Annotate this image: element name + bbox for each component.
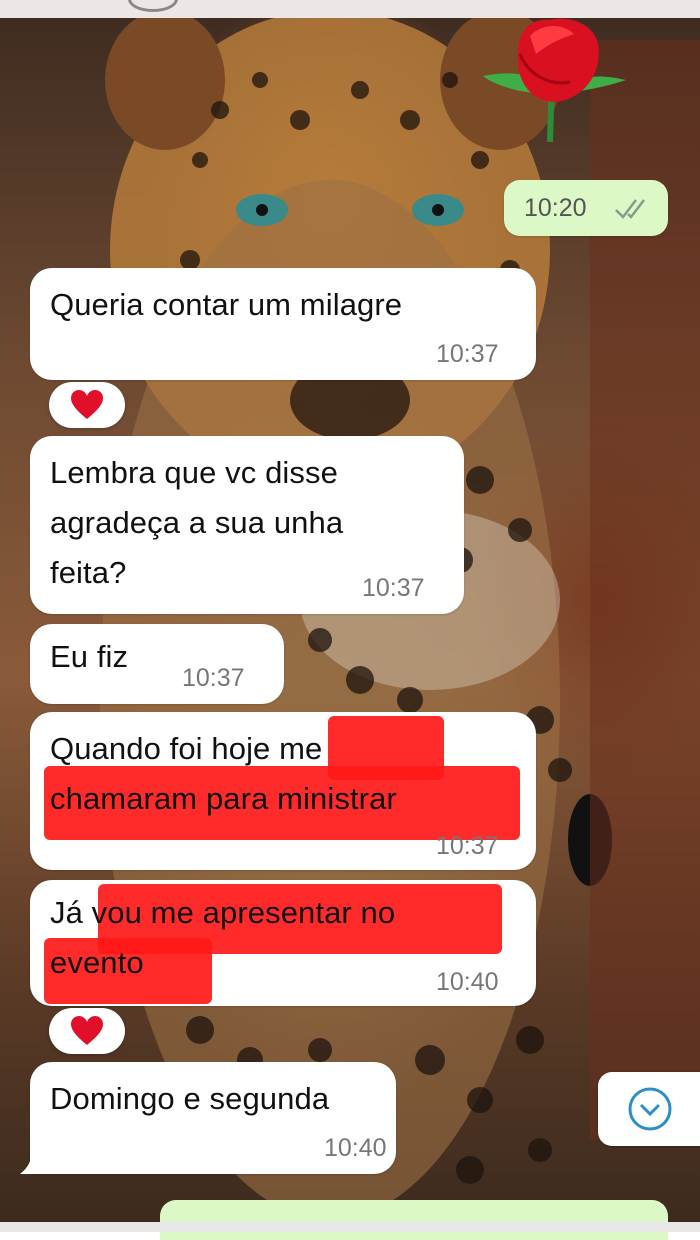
message-time: 10:37 [182,664,245,692]
next-outgoing-message-partial [160,1200,668,1240]
incoming-message[interactable]: Queria contar um milagre 10:37 [30,268,536,380]
incoming-message[interactable]: Já vou me apresentar no evento 10:40 [30,880,536,1006]
rose-icon [483,18,626,143]
incoming-message[interactable]: Quando foi hoje me chamaram para ministr… [30,712,536,870]
message-text: Já [50,895,83,930]
bubble-tail [20,1150,38,1174]
message-time: 10:40 [324,1134,387,1162]
heart-icon [71,390,103,419]
message-text: Domingo e segunda [50,1081,330,1116]
double-check-icon [615,199,645,219]
scroll-to-bottom-button[interactable] [598,1072,700,1146]
message-time: 10:37 [436,832,499,860]
reaction-badge[interactable] [49,1008,125,1054]
message-text: me [279,731,323,766]
message-text: Quando foi hoje [50,731,271,766]
outgoing-message[interactable]: 10:20 [504,180,668,236]
message-line: agradeça a sua unha [50,505,344,540]
message-time: 10:37 [436,340,499,368]
message-time: 10:40 [436,968,499,996]
avatar-outline [128,0,178,12]
message-line: chamaram para ministrar [50,781,397,816]
incoming-message[interactable]: Eu fiz 10:37 [30,624,284,704]
reaction-badge[interactable] [49,382,125,428]
bottom-bar [0,1222,700,1232]
message-time: 10:20 [524,194,587,222]
message-text: vou me apresentar no [91,895,396,930]
incoming-message[interactable]: Domingo e segunda 10:40 [30,1062,396,1174]
message-time: 10:37 [362,574,425,602]
heart-icon [71,1016,103,1045]
message-line: Lembra que vc disse [50,455,338,490]
incoming-message[interactable]: Lembra que vc disse agradeça a sua unha … [30,436,464,614]
chevron-down-circle-icon [628,1087,672,1131]
message-text: Queria contar um milagre [50,287,403,322]
